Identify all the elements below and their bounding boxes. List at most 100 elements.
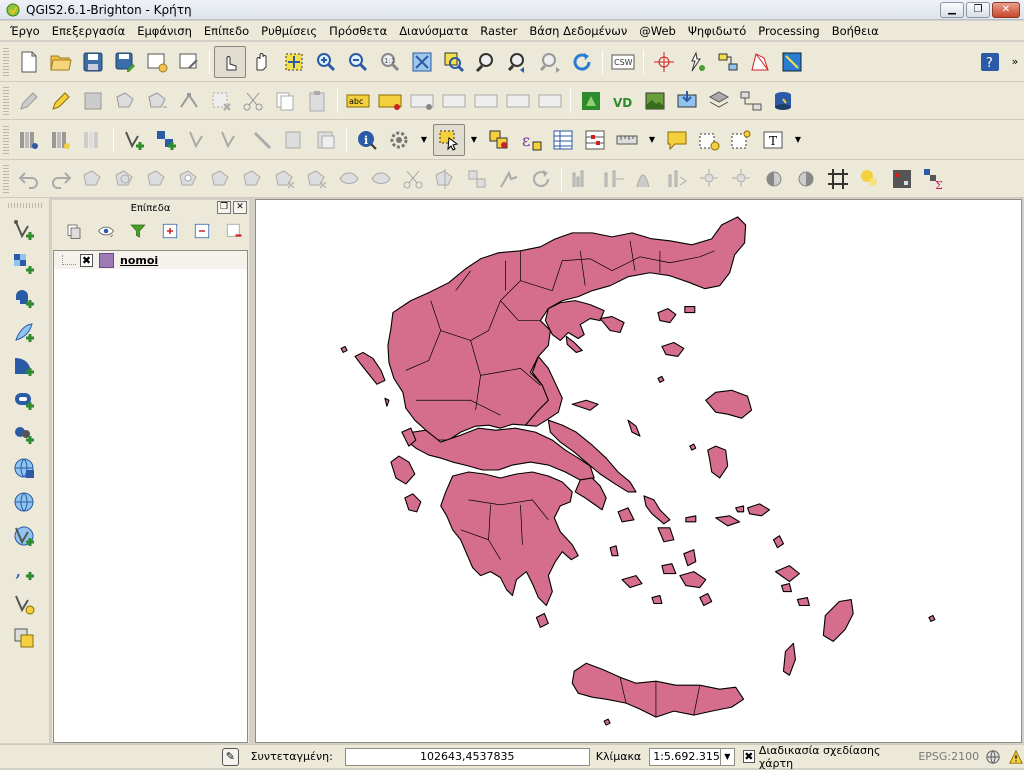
rotate-label-button[interactable] xyxy=(502,85,534,117)
help-button[interactable]: ? xyxy=(974,46,1006,78)
gps-tool-button[interactable] xyxy=(680,46,712,78)
hammer-tool-button[interactable] xyxy=(246,124,278,156)
vector-digitize-button[interactable]: VD xyxy=(607,85,639,117)
close-panel-button[interactable]: ✕ xyxy=(233,201,247,214)
zoom-next-button[interactable] xyxy=(534,46,566,78)
node-tool-button[interactable] xyxy=(173,85,205,117)
menu-layer[interactable]: Επίπεδο xyxy=(198,21,255,41)
annotation-dropdown[interactable]: ▼ xyxy=(789,124,807,156)
float-panel-button[interactable]: ❐ xyxy=(217,201,231,214)
topology-button[interactable] xyxy=(712,46,744,78)
delete-part-button[interactable] xyxy=(301,163,333,195)
add-vector-3-button[interactable] xyxy=(214,124,246,156)
raster-calc-button[interactable] xyxy=(45,124,77,156)
zoom-full-button[interactable] xyxy=(406,46,438,78)
pan-map-button[interactable] xyxy=(246,46,278,78)
contrast-down-button[interactable] xyxy=(790,163,822,195)
menu-settings[interactable]: Ρυθμίσεις xyxy=(255,21,323,41)
grass-tools-button[interactable] xyxy=(575,85,607,117)
minimize-button[interactable]: ▁ xyxy=(940,2,964,18)
measure-line-button[interactable] xyxy=(611,124,643,156)
select-features-dropdown[interactable]: ▼ xyxy=(465,124,483,156)
zoom-native-button[interactable]: 1:1 xyxy=(374,46,406,78)
layer-row[interactable]: ✖ nomoi xyxy=(54,251,247,269)
restore-button[interactable]: ❐ xyxy=(966,2,990,18)
add-vector-layer-button[interactable] xyxy=(6,213,42,247)
save-as-button[interactable] xyxy=(109,46,141,78)
copy-features-button[interactable] xyxy=(269,85,301,117)
move-feature-2-button[interactable] xyxy=(77,163,109,195)
raster-info-button[interactable] xyxy=(886,163,918,195)
greece-prefectures-map[interactable] xyxy=(256,200,1021,742)
histogram-2-button[interactable] xyxy=(598,163,630,195)
layer-name[interactable]: nomoi xyxy=(120,254,158,267)
composer-manager-button[interactable] xyxy=(173,46,205,78)
split-layer-button[interactable] xyxy=(278,124,310,156)
run-feature-action-button[interactable] xyxy=(383,124,415,156)
cut-features-button[interactable] xyxy=(237,85,269,117)
histogram-3-button[interactable] xyxy=(630,163,662,195)
brightness-up-button[interactable] xyxy=(694,163,726,195)
statistics-summary-button[interactable]: Σ xyxy=(918,163,950,195)
map-download-button[interactable] xyxy=(671,85,703,117)
deselect-all-button[interactable] xyxy=(483,124,515,156)
add-part-button[interactable] xyxy=(205,163,237,195)
show-bookmarks-button[interactable] xyxy=(725,124,757,156)
menu-raster[interactable]: Raster xyxy=(474,21,523,41)
georeferencer-button[interactable] xyxy=(744,46,776,78)
messages-button[interactable] xyxy=(1008,748,1024,766)
new-bookmark-button[interactable] xyxy=(693,124,725,156)
raster-align-button[interactable] xyxy=(77,124,109,156)
rotate-point-symbols-button[interactable] xyxy=(525,163,557,195)
map-tips-button[interactable] xyxy=(661,124,693,156)
add-wcs-layer-button[interactable] xyxy=(6,485,42,519)
map-canvas[interactable] xyxy=(255,199,1022,743)
db-manager-button[interactable] xyxy=(767,85,799,117)
manage-visibility-button[interactable] xyxy=(90,218,122,244)
zoom-to-layer-button[interactable] xyxy=(470,46,502,78)
add-raster-layer-button[interactable] xyxy=(6,247,42,281)
statistics-button[interactable] xyxy=(579,124,611,156)
db-connect-button[interactable] xyxy=(735,85,767,117)
paste-features-button[interactable] xyxy=(301,85,333,117)
scale-combobox[interactable]: 1:5.692.315 ▼ xyxy=(649,747,735,766)
crs-status[interactable]: EPSG:2100 xyxy=(918,750,979,763)
menu-vector[interactable]: Διανύσματα xyxy=(393,21,474,41)
menu-web[interactable]: @Web xyxy=(633,21,682,41)
add-spatialite-layer-button[interactable] xyxy=(6,315,42,349)
crs-globe-button[interactable] xyxy=(985,748,1001,766)
layer-visibility-checkbox[interactable]: ✖ xyxy=(80,253,93,267)
add-postgis-layer-button[interactable] xyxy=(6,281,42,315)
simplify-button[interactable] xyxy=(141,163,173,195)
rotate-feature-button[interactable] xyxy=(109,163,141,195)
select-by-expression-button[interactable]: ε xyxy=(515,124,547,156)
preview-labels-button[interactable] xyxy=(438,85,470,117)
raster-stats-button[interactable] xyxy=(13,124,45,156)
menu-help[interactable]: Βοήθεια xyxy=(826,21,885,41)
brightness-down-button[interactable] xyxy=(726,163,758,195)
tile-layer-button[interactable] xyxy=(703,85,735,117)
merge-layer-button[interactable] xyxy=(310,124,342,156)
coordinate-capture-button[interactable] xyxy=(648,46,680,78)
add-wfs-layer-button[interactable] xyxy=(6,519,42,553)
pan-to-selection-button[interactable] xyxy=(278,46,310,78)
close-window-button[interactable]: ✕ xyxy=(992,2,1020,18)
grid-button[interactable] xyxy=(822,163,854,195)
add-group-button[interactable] xyxy=(58,218,90,244)
menu-processing[interactable]: Processing xyxy=(752,21,825,41)
pin-labels-button[interactable] xyxy=(374,85,406,117)
add-db2-layer-button[interactable] xyxy=(6,417,42,451)
menu-project[interactable]: Έργο xyxy=(4,21,46,41)
split-parts-button[interactable] xyxy=(429,163,461,195)
new-project-button[interactable] xyxy=(13,46,45,78)
raster-viewer-button[interactable] xyxy=(639,85,671,117)
save-edits-button[interactable] xyxy=(77,85,109,117)
move-label-button[interactable] xyxy=(470,85,502,117)
map-tile-button[interactable] xyxy=(776,46,808,78)
csw-button[interactable]: CSW xyxy=(607,46,639,78)
contrast-up-button[interactable] xyxy=(758,163,790,195)
menu-edit[interactable]: Επεξεργασία xyxy=(46,21,131,41)
change-label-button[interactable] xyxy=(534,85,566,117)
move-feature-button[interactable] xyxy=(141,85,173,117)
open-attribute-table-button[interactable] xyxy=(547,124,579,156)
